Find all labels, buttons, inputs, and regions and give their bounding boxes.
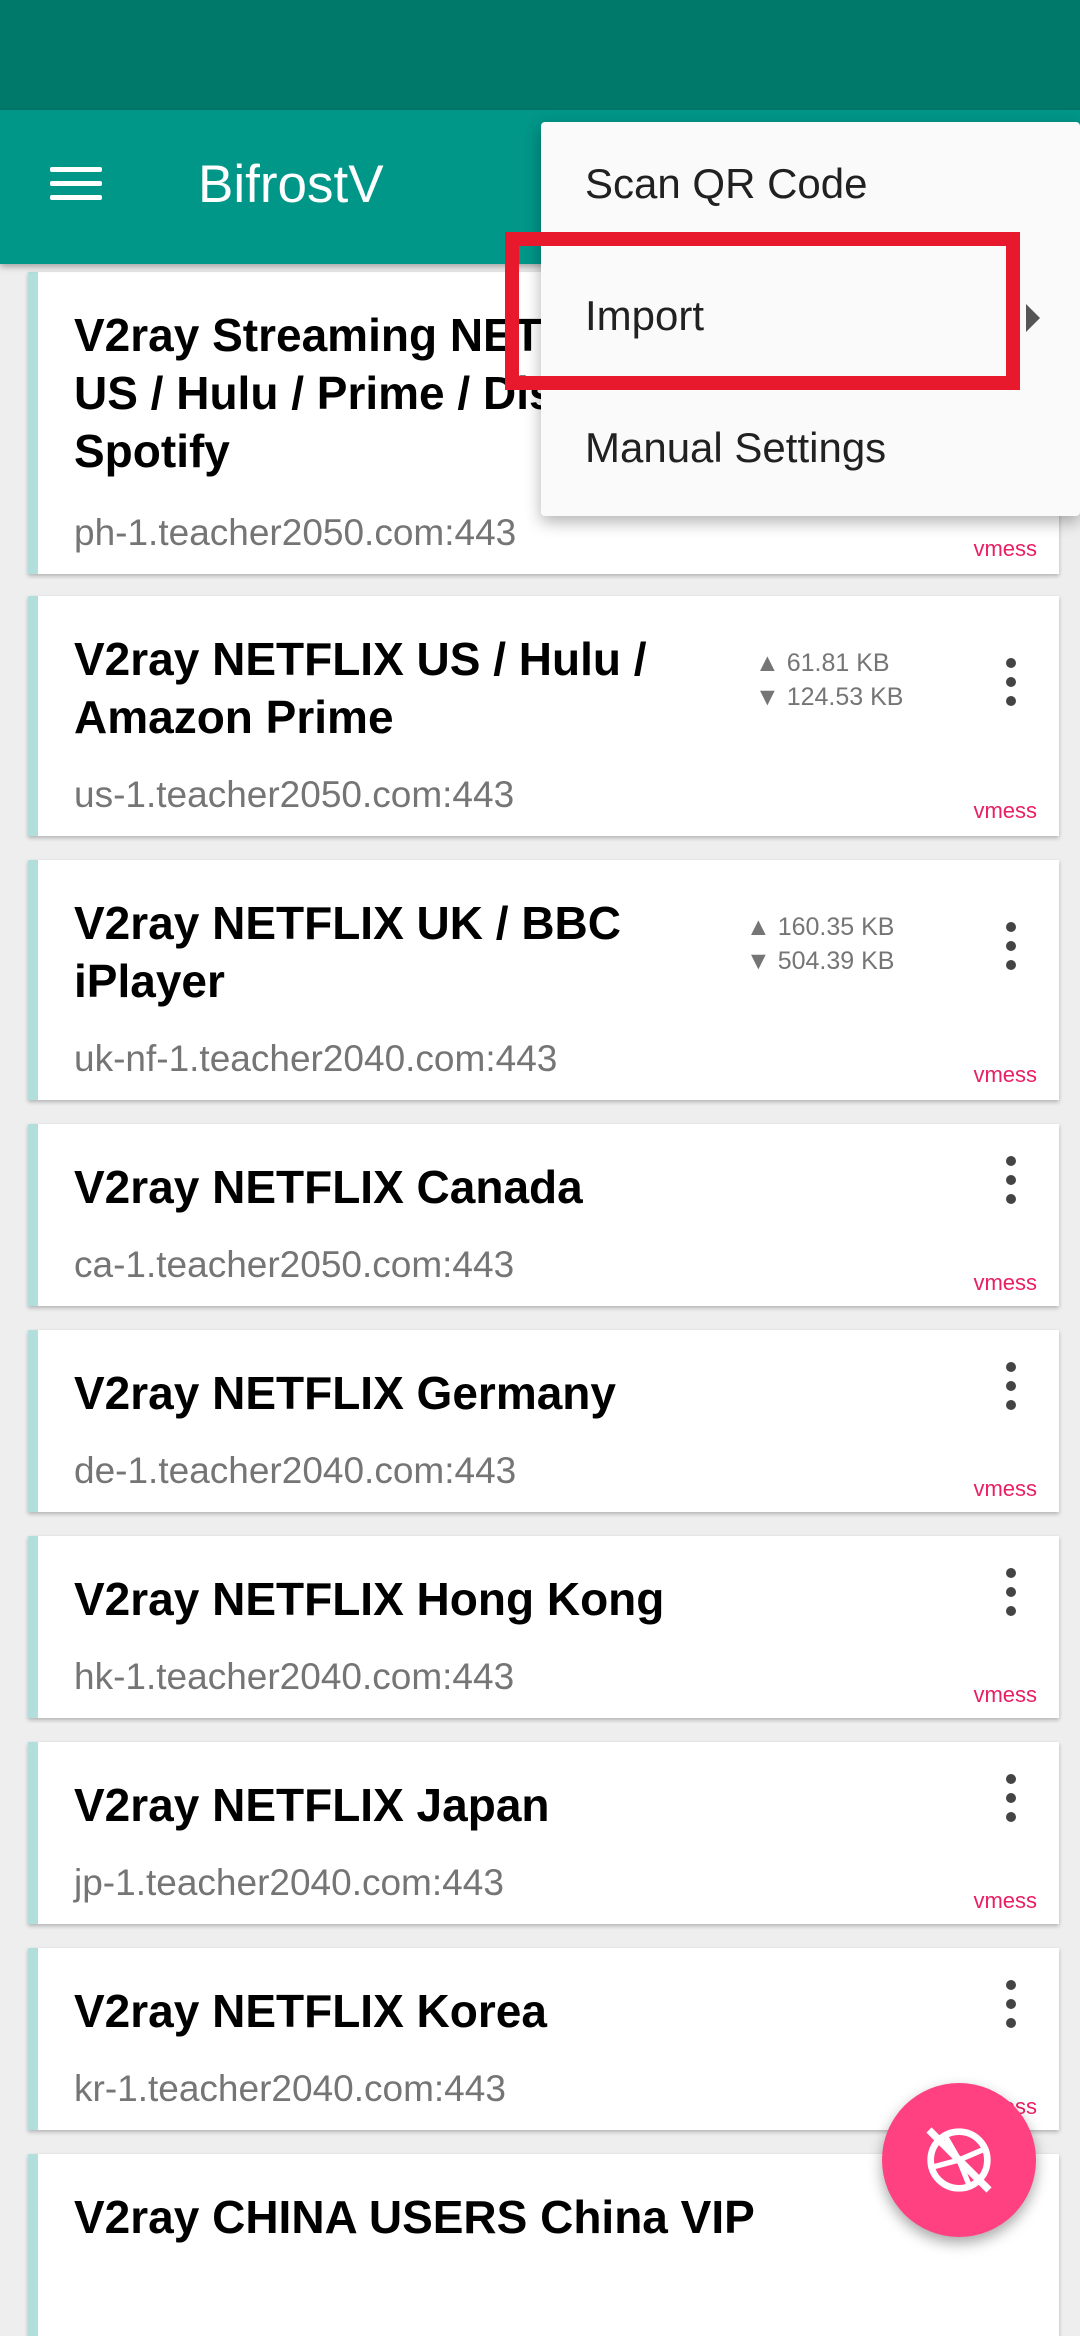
server-address: ca-1.teacher2050.com:443: [74, 1244, 515, 1285]
more-vert-icon[interactable]: [1001, 1774, 1021, 1830]
protocol-badge: vmess: [973, 1062, 1037, 1087]
more-vert-icon[interactable]: [1001, 1980, 1021, 2036]
shutter-off-icon: [926, 2127, 992, 2193]
server-card[interactable]: V2ray NETFLIX Korea kr-1.teacher2040.com…: [28, 1948, 1059, 2130]
hamburger-menu-icon[interactable]: [44, 160, 108, 214]
app-title: BifrostV: [198, 155, 384, 214]
server-name: V2ray NETFLIX UK / BBC iPlayer: [74, 897, 621, 1007]
highlight-annotation: [505, 232, 1020, 390]
protocol-badge: vmess: [973, 798, 1037, 823]
server-name: V2ray CHINA USERS China VIP: [74, 2191, 755, 2243]
traffic-stats: ▲ 61.81 KB ▼ 124.53 KB: [755, 646, 903, 714]
server-name: V2ray NETFLIX Canada: [74, 1161, 583, 1213]
submenu-arrow-icon: [1026, 304, 1040, 332]
server-name: V2ray NETFLIX Korea: [74, 1985, 547, 2037]
protocol-badge: vmess: [973, 1476, 1037, 1501]
server-address: uk-nf-1.teacher2040.com:443: [74, 1038, 558, 1079]
protocol-badge: vmess: [973, 1682, 1037, 1707]
server-address: de-1.teacher2040.com:443: [74, 1450, 517, 1491]
menu-item-label: Manual Settings: [585, 424, 887, 471]
server-card[interactable]: V2ray NETFLIX UK / BBC iPlayer ▲ 160.35 …: [28, 860, 1059, 1100]
server-address: kr-1.teacher2040.com:443: [74, 2068, 506, 2109]
server-card[interactable]: V2ray NETFLIX US / Hulu / Amazon Prime ▲…: [28, 596, 1059, 836]
more-vert-icon[interactable]: [1001, 922, 1021, 978]
protocol-badge: vmess: [973, 1270, 1037, 1295]
server-name: V2ray NETFLIX Hong Kong: [74, 1573, 665, 1625]
more-vert-icon[interactable]: [1001, 1568, 1021, 1624]
protocol-badge: vmess: [973, 1888, 1037, 1913]
upload-stat: ▲ 160.35 KB: [746, 913, 895, 941]
server-name: V2ray NETFLIX Germany: [74, 1367, 616, 1419]
connect-fab[interactable]: [882, 2083, 1036, 2237]
server-address: jp-1.teacher2040.com:443: [74, 1862, 504, 1903]
server-card[interactable]: V2ray NETFLIX Hong Kong hk-1.teacher2040…: [28, 1536, 1059, 1718]
server-card[interactable]: V2ray NETFLIX Germany de-1.teacher2040.c…: [28, 1330, 1059, 1512]
status-bar: [0, 0, 1080, 110]
server-card[interactable]: V2ray NETFLIX Canada ca-1.teacher2050.co…: [28, 1124, 1059, 1306]
download-stat: ▼ 124.53 KB: [755, 683, 904, 711]
server-address: hk-1.teacher2040.com:443: [74, 1656, 515, 1697]
download-stat: ▼ 504.39 KB: [746, 947, 895, 975]
protocol-badge: vmess: [973, 536, 1037, 561]
server-address: us-1.teacher2050.com:443: [74, 774, 515, 815]
more-vert-icon[interactable]: [1001, 1362, 1021, 1418]
server-address: ph-1.teacher2050.com:443: [74, 512, 517, 553]
server-card[interactable]: V2ray NETFLIX Japan jp-1.teacher2040.com…: [28, 1742, 1059, 1924]
server-name: V2ray NETFLIX US / Hulu / Amazon Prime: [74, 633, 647, 743]
menu-item-manual-settings[interactable]: Manual Settings: [541, 386, 1080, 516]
more-vert-icon[interactable]: [1001, 1156, 1021, 1212]
more-vert-icon[interactable]: [1001, 658, 1021, 714]
server-name: V2ray NETFLIX Japan: [74, 1779, 550, 1831]
menu-item-label: Scan QR Code: [585, 160, 868, 207]
upload-stat: ▲ 61.81 KB: [755, 649, 890, 677]
traffic-stats: ▲ 160.35 KB ▼ 504.39 KB: [746, 910, 894, 978]
